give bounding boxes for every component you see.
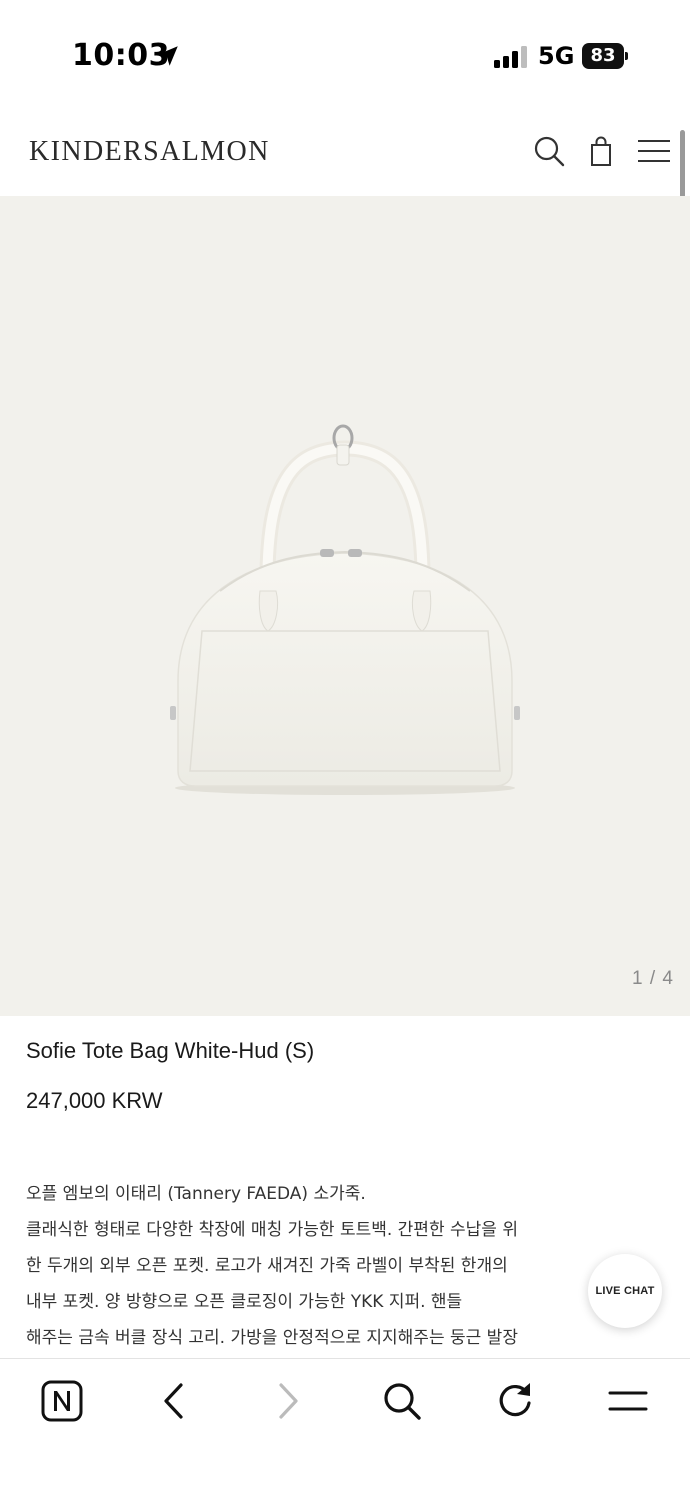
- location-arrow-icon: [158, 46, 178, 66]
- live-chat-button[interactable]: LIVE CHAT: [588, 1254, 662, 1328]
- battery-icon: 83: [582, 43, 628, 69]
- product-price: 247,000 KRW: [26, 1088, 163, 1113]
- search-icon[interactable]: [380, 1379, 424, 1423]
- browser-toolbar: [0, 1358, 690, 1500]
- description-line: 클래식한 형태로 다양한 착장에 매칭 가능한 토트백. 간편한 수납을 위: [26, 1220, 518, 1240]
- forward-icon[interactable]: [266, 1379, 310, 1423]
- brand-logo[interactable]: KINDERSALMON: [29, 136, 270, 168]
- status-bar: 10:03 5G 83: [0, 0, 690, 110]
- product-bag-image: [170, 424, 520, 795]
- description-line: 해주는 금속 버클 장식 고리. 가방을 안정적으로 지지해주는 둥근 발장: [26, 1328, 518, 1348]
- image-counter: 1 / 4: [632, 968, 674, 989]
- site-header: KINDERSALMON: [0, 110, 690, 196]
- reload-icon[interactable]: [493, 1379, 537, 1423]
- back-icon[interactable]: [152, 1379, 196, 1423]
- shopping-bag-icon[interactable]: [584, 134, 618, 168]
- search-icon[interactable]: [532, 134, 566, 168]
- description-line: 한 두개의 외부 오픈 포켓. 로고가 새겨진 가죽 라벨이 부착된 한개의: [26, 1256, 508, 1276]
- description-line: 오플 엠보의 이태리 (Tannery FAEDA) 소가죽.: [26, 1184, 366, 1204]
- menu-icon[interactable]: [606, 1379, 650, 1423]
- battery-level: 83: [582, 43, 624, 69]
- signal-icon: [494, 46, 527, 68]
- product-image-gallery[interactable]: 1 / 4: [0, 196, 690, 1016]
- product-description: 오플 엠보의 이태리 (Tannery FAEDA) 소가죽. 클래식한 형태로…: [26, 1176, 648, 1356]
- n-logo-icon[interactable]: [40, 1379, 84, 1423]
- menu-icon[interactable]: [636, 134, 672, 168]
- product-name: Sofie Tote Bag White-Hud (S): [26, 1038, 315, 1063]
- description-line: 내부 포켓. 양 방향으로 오픈 클로징이 가능한 YKK 지퍼. 핸들: [26, 1292, 463, 1312]
- battery-tip: [625, 52, 628, 60]
- network-label: 5G: [538, 42, 575, 70]
